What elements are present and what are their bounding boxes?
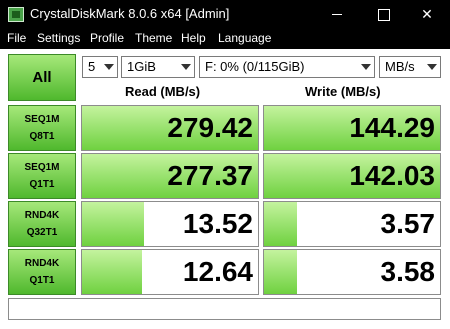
test-params: Q32T1: [26, 227, 58, 238]
read-result-cell: 277.37: [81, 153, 259, 199]
read-column-header: Read (MB/s): [125, 84, 201, 99]
test-params: Q8T1: [29, 131, 55, 142]
read-progress-bar: [82, 250, 142, 294]
drive-value: F: 0% (0/115GiB): [205, 59, 305, 74]
maximize-button[interactable]: [360, 0, 406, 29]
unit-value: MB/s: [385, 59, 415, 74]
menu-settings[interactable]: Settings: [37, 31, 80, 45]
minimize-button[interactable]: [314, 0, 360, 29]
test-button-rnd4k-q32t1[interactable]: RND4K Q32T1: [8, 201, 76, 247]
write-column-header: Write (MB/s): [305, 84, 381, 99]
test-count-value: 5: [88, 59, 96, 74]
write-result-cell: 142.03: [263, 153, 441, 199]
title-bar: CrystalDiskMark 8.0.6 x64 [Admin] ✕: [0, 0, 450, 29]
window-title: CrystalDiskMark 8.0.6 x64 [Admin]: [30, 6, 230, 21]
test-button-seq1m-q1t1[interactable]: SEQ1M Q1T1: [8, 153, 76, 199]
write-result-cell: 144.29: [263, 105, 441, 151]
chevron-down-icon: [104, 64, 114, 70]
drive-select[interactable]: F: 0% (0/115GiB): [199, 56, 375, 78]
test-name: SEQ1M: [24, 114, 60, 125]
read-progress-bar: [82, 202, 144, 246]
chevron-down-icon: [361, 64, 371, 70]
menu-theme[interactable]: Theme: [135, 31, 172, 45]
menu-help[interactable]: Help: [181, 31, 206, 45]
test-count-select[interactable]: 5: [82, 56, 118, 78]
unit-select[interactable]: MB/s: [379, 56, 441, 78]
test-size-value: 1GiB: [127, 59, 156, 74]
write-result-value: 3.58: [380, 256, 436, 287]
read-result-cell: 12.64: [81, 249, 259, 295]
test-name: RND4K: [24, 258, 60, 269]
read-result-cell: 13.52: [81, 201, 259, 247]
test-name: SEQ1M: [24, 162, 60, 173]
app-disk-icon: [8, 7, 24, 22]
read-result-value: 277.37: [167, 160, 253, 191]
menu-bar: File Settings Profile Theme Help Languag…: [0, 29, 450, 49]
chevron-down-icon: [181, 64, 191, 70]
read-result-value: 279.42: [167, 112, 253, 143]
test-params: Q1T1: [29, 179, 55, 190]
menu-profile[interactable]: Profile: [90, 31, 124, 45]
test-button-rnd4k-q1t1[interactable]: RND4K Q1T1: [8, 249, 76, 295]
menu-language[interactable]: Language: [218, 31, 271, 45]
read-result-value: 13.52: [182, 208, 253, 239]
test-name: RND4K: [24, 210, 60, 221]
write-progress-bar: [264, 250, 298, 294]
close-button[interactable]: ✕: [404, 0, 450, 29]
write-progress-bar: [264, 202, 298, 246]
write-result-value: 3.57: [380, 208, 436, 239]
menu-file[interactable]: File: [7, 31, 26, 45]
test-params: Q1T1: [29, 275, 55, 286]
test-size-select[interactable]: 1GiB: [121, 56, 195, 78]
read-result-cell: 279.42: [81, 105, 259, 151]
write-result-value: 144.29: [349, 112, 435, 143]
write-result-cell: 3.58: [263, 249, 441, 295]
run-all-button[interactable]: All: [8, 54, 76, 101]
chevron-down-icon: [427, 64, 437, 70]
write-result-cell: 3.57: [263, 201, 441, 247]
read-result-value: 12.64: [182, 256, 253, 287]
write-result-value: 142.03: [349, 160, 435, 191]
comment-input[interactable]: [8, 298, 441, 320]
test-button-seq1m-q8t1[interactable]: SEQ1M Q8T1: [8, 105, 76, 151]
